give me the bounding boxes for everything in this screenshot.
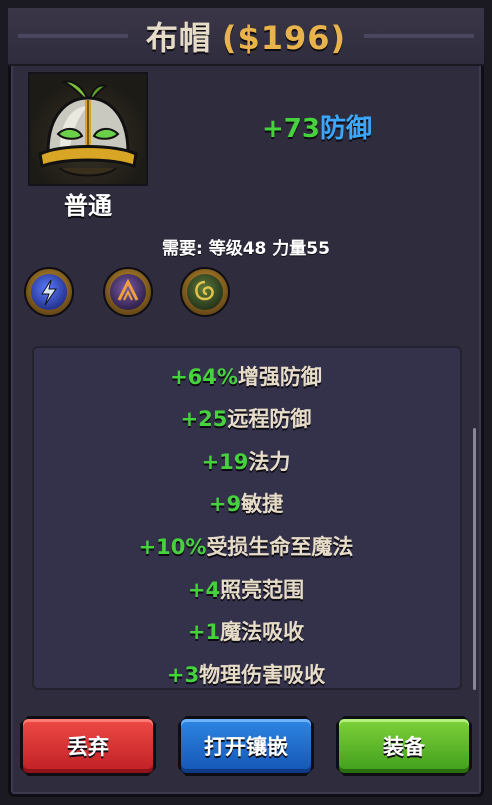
item-title: 布帽 ($196)	[146, 13, 346, 59]
item-price: ($196)	[221, 19, 347, 57]
stat-label: 受损生命至魔法	[206, 535, 354, 559]
stat-label: 魔法吸收	[220, 620, 305, 644]
item-portrait	[28, 72, 148, 186]
stat-value: +4	[187, 578, 221, 602]
stat-line: +1魔法吸收	[0, 616, 492, 646]
stat-value: +64%	[170, 365, 238, 389]
stat-line: +4照亮范围	[0, 574, 492, 604]
stat-line: +3物理伤害吸收	[0, 659, 492, 689]
swirl-rune-icon	[195, 280, 214, 301]
helmet-icon	[38, 80, 138, 177]
gem-socket-2[interactable]	[103, 267, 153, 317]
stat-value: +25	[180, 407, 228, 431]
lightning-rune-icon	[41, 279, 57, 306]
stat-label: 增强防御	[237, 365, 322, 389]
equip-button[interactable]: 装备	[336, 716, 472, 776]
stats-scrollbar[interactable]	[473, 428, 476, 690]
stat-line: +10%受损生命至魔法	[0, 531, 492, 561]
stat-label: 物理伤害吸收	[199, 663, 326, 687]
main-stat-value: +73	[262, 114, 320, 144]
open-socket-button[interactable]: 打开镶嵌	[178, 716, 314, 776]
gem-socket-1[interactable]	[24, 267, 74, 317]
drop-button[interactable]: 丢弃	[20, 716, 156, 776]
stat-line: +19法力	[0, 446, 492, 476]
stat-line: +25远程防御	[0, 403, 492, 433]
stat-line: +64%增强防御	[0, 361, 492, 391]
gem-socket-3[interactable]	[180, 267, 230, 317]
arrow-rune-icon	[117, 278, 139, 301]
title-divider-left	[18, 34, 128, 38]
stat-line: +9敏捷	[0, 488, 492, 518]
item-rarity: 普通	[64, 192, 112, 220]
stat-value: +1	[187, 620, 221, 644]
stat-value: +10%	[138, 535, 207, 559]
stat-label: 照亮范围	[220, 578, 305, 602]
item-name: 布帽	[145, 19, 212, 57]
stat-label: 敏捷	[241, 492, 284, 516]
stat-value: +19	[201, 450, 249, 474]
main-stat: +73防御	[262, 108, 372, 145]
stat-label: 远程防御	[227, 407, 312, 431]
stat-value: +3	[166, 663, 200, 687]
title-divider-right	[364, 34, 474, 38]
main-stat-label: 防御	[319, 114, 372, 144]
item-requirements: 需要: 等级48 力量55	[162, 239, 330, 259]
stat-value: +9	[208, 492, 242, 516]
item-title-bar: 布帽 ($196)	[8, 8, 484, 66]
stat-label: 法力	[248, 450, 291, 474]
